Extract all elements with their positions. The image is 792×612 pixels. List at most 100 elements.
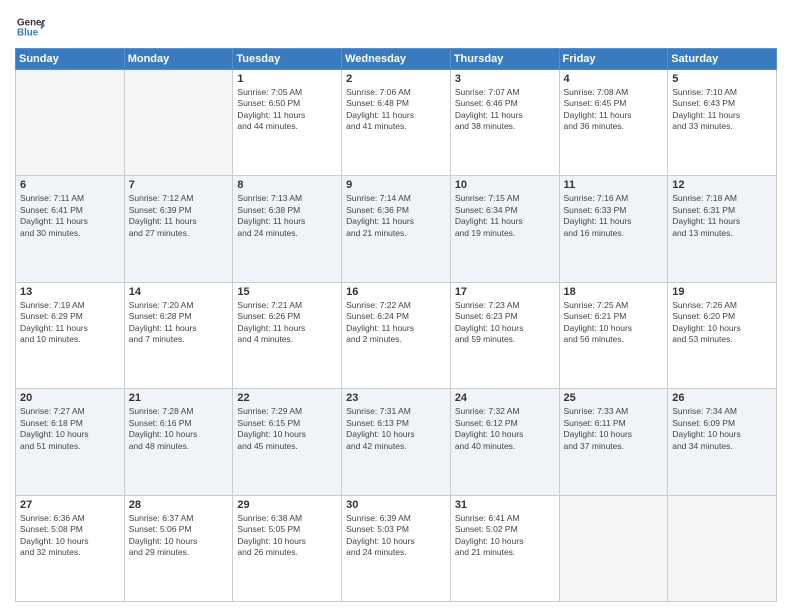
day-info: Sunrise: 7:27 AM Sunset: 6:18 PM Dayligh…: [20, 406, 120, 452]
day-info: Sunrise: 6:39 AM Sunset: 5:03 PM Dayligh…: [346, 513, 446, 559]
weekday-header-monday: Monday: [124, 49, 233, 70]
calendar-cell: 6 Sunrise: 7:11 AM Sunset: 6:41 PM Daylig…: [16, 176, 125, 282]
calendar-cell: 21Sunrise: 7:28 AM Sunset: 6:16 PM Dayli…: [124, 389, 233, 495]
day-info: Sunrise: 6:37 AM Sunset: 5:06 PM Dayligh…: [129, 513, 229, 559]
weekday-header-sunday: Sunday: [16, 49, 125, 70]
weekday-header-thursday: Thursday: [450, 49, 559, 70]
day-number: 22: [237, 392, 337, 404]
calendar-cell: 20Sunrise: 7:27 AM Sunset: 6:18 PM Dayli…: [16, 389, 125, 495]
day-number: 21: [129, 392, 229, 404]
calendar-cell: 12Sunrise: 7:18 AM Sunset: 6:31 PM Dayli…: [668, 176, 777, 282]
calendar-cell: 8Sunrise: 7:13 AM Sunset: 6:38 PM Daylig…: [233, 176, 342, 282]
calendar-cell: 9 Sunrise: 7:14 AM Sunset: 6:36 PM Daylig…: [342, 176, 451, 282]
calendar-cell: 11 Sunrise: 7:16 AM Sunset: 6:33 PM Dayli…: [559, 176, 668, 282]
day-info: Sunrise: 7:10 AM Sunset: 6:43 PM Dayligh…: [672, 87, 772, 133]
day-info: Sunrise: 7:21 AM Sunset: 6:26 PM Dayligh…: [237, 300, 337, 346]
svg-text:Blue: Blue: [17, 27, 39, 38]
calendar-table: SundayMondayTuesdayWednesdayThursdayFrid…: [15, 48, 777, 602]
day-number: 23: [346, 392, 446, 404]
calendar-cell: 10 Sunrise: 7:15 AM Sunset: 6:34 PM Dayli…: [450, 176, 559, 282]
calendar-cell: 13 Sunrise: 7:19 AM Sunset: 6:29 PM Dayli…: [16, 282, 125, 388]
day-info: Sunrise: 7:26 AM Sunset: 6:20 PM Dayligh…: [672, 300, 772, 346]
day-info: Sunrise: 7:29 AM Sunset: 6:15 PM Dayligh…: [237, 406, 337, 452]
calendar-cell: 23 Sunrise: 7:31 AM Sunset: 6:13 PM Dayli…: [342, 389, 451, 495]
day-number: 30: [346, 499, 446, 511]
day-number: 2: [346, 73, 446, 85]
day-number: 10: [455, 179, 555, 191]
weekday-header-saturday: Saturday: [668, 49, 777, 70]
calendar-week-row: 20Sunrise: 7:27 AM Sunset: 6:18 PM Dayli…: [16, 389, 777, 495]
calendar-cell: 28 Sunrise: 6:37 AM Sunset: 5:06 PM Dayli…: [124, 495, 233, 601]
calendar-cell: [16, 70, 125, 176]
day-info: Sunrise: 7:34 AM Sunset: 6:09 PM Dayligh…: [672, 406, 772, 452]
day-number: 13: [20, 286, 120, 298]
calendar-cell: 25 Sunrise: 7:33 AM Sunset: 6:11 PM Dayli…: [559, 389, 668, 495]
day-number: 25: [564, 392, 664, 404]
calendar-cell: [559, 495, 668, 601]
weekday-header-tuesday: Tuesday: [233, 49, 342, 70]
day-number: 19: [672, 286, 772, 298]
calendar-cell: 3 Sunrise: 7:07 AM Sunset: 6:46 PM Daylig…: [450, 70, 559, 176]
day-number: 3: [455, 73, 555, 85]
day-number: 9: [346, 179, 446, 191]
day-number: 7: [129, 179, 229, 191]
day-number: 15: [237, 286, 337, 298]
day-info: Sunrise: 7:05 AM Sunset: 6:50 PM Dayligh…: [237, 87, 337, 133]
day-info: Sunrise: 7:22 AM Sunset: 6:24 PM Dayligh…: [346, 300, 446, 346]
weekday-header-friday: Friday: [559, 49, 668, 70]
calendar-week-row: 13 Sunrise: 7:19 AM Sunset: 6:29 PM Dayli…: [16, 282, 777, 388]
day-info: Sunrise: 7:14 AM Sunset: 6:36 PM Dayligh…: [346, 193, 446, 239]
logo: General Blue: [15, 14, 45, 42]
calendar-cell: 22 Sunrise: 7:29 AM Sunset: 6:15 PM Dayli…: [233, 389, 342, 495]
calendar-cell: 30 Sunrise: 6:39 AM Sunset: 5:03 PM Dayli…: [342, 495, 451, 601]
day-info: Sunrise: 7:23 AM Sunset: 6:23 PM Dayligh…: [455, 300, 555, 346]
calendar-week-row: 6 Sunrise: 7:11 AM Sunset: 6:41 PM Daylig…: [16, 176, 777, 282]
day-info: Sunrise: 7:07 AM Sunset: 6:46 PM Dayligh…: [455, 87, 555, 133]
day-info: Sunrise: 7:11 AM Sunset: 6:41 PM Dayligh…: [20, 193, 120, 239]
header: General Blue: [15, 10, 777, 42]
calendar-cell: 17 Sunrise: 7:23 AM Sunset: 6:23 PM Dayli…: [450, 282, 559, 388]
calendar-cell: 4Sunrise: 7:08 AM Sunset: 6:45 PM Daylig…: [559, 70, 668, 176]
calendar-cell: 14 Sunrise: 7:20 AM Sunset: 6:28 PM Dayli…: [124, 282, 233, 388]
day-number: 1: [237, 73, 337, 85]
day-info: Sunrise: 6:36 AM Sunset: 5:08 PM Dayligh…: [20, 513, 120, 559]
day-number: 6: [20, 179, 120, 191]
day-info: Sunrise: 7:32 AM Sunset: 6:12 PM Dayligh…: [455, 406, 555, 452]
day-number: 28: [129, 499, 229, 511]
calendar-cell: 15 Sunrise: 7:21 AM Sunset: 6:26 PM Dayli…: [233, 282, 342, 388]
day-number: 14: [129, 286, 229, 298]
calendar-cell: [124, 70, 233, 176]
calendar-cell: [668, 495, 777, 601]
day-number: 24: [455, 392, 555, 404]
calendar-cell: 26 Sunrise: 7:34 AM Sunset: 6:09 PM Dayli…: [668, 389, 777, 495]
calendar-cell: 18Sunrise: 7:25 AM Sunset: 6:21 PM Dayli…: [559, 282, 668, 388]
calendar-cell: 27 Sunrise: 6:36 AM Sunset: 5:08 PM Dayli…: [16, 495, 125, 601]
day-number: 27: [20, 499, 120, 511]
weekday-header-row: SundayMondayTuesdayWednesdayThursdayFrid…: [16, 49, 777, 70]
day-number: 5: [672, 73, 772, 85]
day-info: Sunrise: 7:06 AM Sunset: 6:48 PM Dayligh…: [346, 87, 446, 133]
day-info: Sunrise: 6:38 AM Sunset: 5:05 PM Dayligh…: [237, 513, 337, 559]
day-info: Sunrise: 7:15 AM Sunset: 6:34 PM Dayligh…: [455, 193, 555, 239]
day-number: 11: [564, 179, 664, 191]
day-info: Sunrise: 7:08 AM Sunset: 6:45 PM Dayligh…: [564, 87, 664, 133]
day-info: Sunrise: 6:41 AM Sunset: 5:02 PM Dayligh…: [455, 513, 555, 559]
day-info: Sunrise: 7:12 AM Sunset: 6:39 PM Dayligh…: [129, 193, 229, 239]
day-number: 31: [455, 499, 555, 511]
calendar-cell: 16Sunrise: 7:22 AM Sunset: 6:24 PM Dayli…: [342, 282, 451, 388]
day-number: 17: [455, 286, 555, 298]
day-info: Sunrise: 7:31 AM Sunset: 6:13 PM Dayligh…: [346, 406, 446, 452]
calendar-week-row: 27 Sunrise: 6:36 AM Sunset: 5:08 PM Dayli…: [16, 495, 777, 601]
day-info: Sunrise: 7:20 AM Sunset: 6:28 PM Dayligh…: [129, 300, 229, 346]
calendar-cell: 5 Sunrise: 7:10 AM Sunset: 6:43 PM Daylig…: [668, 70, 777, 176]
day-info: Sunrise: 7:33 AM Sunset: 6:11 PM Dayligh…: [564, 406, 664, 452]
calendar-cell: 7 Sunrise: 7:12 AM Sunset: 6:39 PM Daylig…: [124, 176, 233, 282]
day-info: Sunrise: 7:16 AM Sunset: 6:33 PM Dayligh…: [564, 193, 664, 239]
day-info: Sunrise: 7:18 AM Sunset: 6:31 PM Dayligh…: [672, 193, 772, 239]
calendar-cell: 24 Sunrise: 7:32 AM Sunset: 6:12 PM Dayli…: [450, 389, 559, 495]
day-number: 26: [672, 392, 772, 404]
day-info: Sunrise: 7:13 AM Sunset: 6:38 PM Dayligh…: [237, 193, 337, 239]
day-number: 29: [237, 499, 337, 511]
day-info: Sunrise: 7:19 AM Sunset: 6:29 PM Dayligh…: [20, 300, 120, 346]
calendar-cell: 1 Sunrise: 7:05 AM Sunset: 6:50 PM Daylig…: [233, 70, 342, 176]
